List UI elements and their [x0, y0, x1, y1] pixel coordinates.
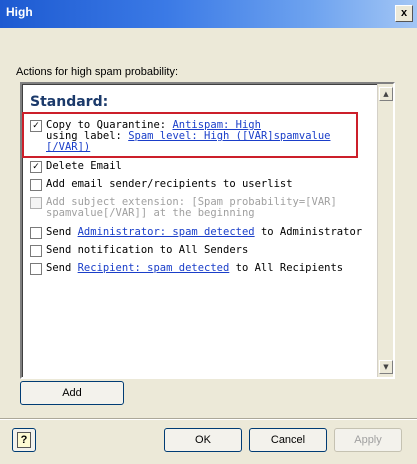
cancel-button[interactable]: Cancel	[249, 428, 327, 452]
checkbox-send-administrator[interactable]	[30, 227, 42, 239]
checkbox-send-recipients[interactable]	[30, 263, 42, 275]
section-label: Actions for high spam probability:	[16, 66, 179, 78]
close-button[interactable]: x	[395, 5, 413, 22]
apply-button[interactable]: Apply	[334, 428, 402, 452]
action-delete-email: ✓ Delete Email	[30, 161, 370, 173]
action-add-to-userlist: Add email sender/recipients to userlist	[30, 179, 370, 191]
send-admin-prefix: Send	[46, 226, 78, 238]
action-add-subject-extension: Add subject extension: [Spam probability…	[30, 197, 370, 220]
title-bar: High x	[0, 0, 417, 28]
subject-extension-line2: spamvalue[/VAR]] at the beginning	[46, 207, 255, 219]
help-button[interactable]: ?	[12, 428, 36, 452]
send-recip-prefix: Send	[46, 262, 78, 274]
checkbox-delete-email[interactable]: ✓	[30, 161, 42, 173]
action-add-subject-extension-text: Add subject extension: [Spam probability…	[46, 197, 376, 219]
highlight-annotation	[22, 112, 358, 158]
scroll-up-icon[interactable]: ▲	[379, 87, 393, 101]
scroll-down-icon[interactable]: ▼	[379, 360, 393, 374]
ok-button[interactable]: OK	[164, 428, 242, 452]
recipient-spam-detected-link[interactable]: Recipient: spam detected	[78, 262, 230, 274]
list-scrollbar[interactable]: ▲ ▼	[377, 84, 393, 377]
action-add-to-userlist-text: Add email sender/recipients to userlist	[46, 178, 293, 190]
admin-spam-detected-link[interactable]: Administrator: spam detected	[78, 226, 255, 238]
list-heading: Standard:	[30, 94, 109, 110]
help-icon: ?	[17, 432, 31, 448]
send-admin-suffix: to Administrator	[254, 226, 363, 238]
checkbox-add-subject-extension	[30, 197, 42, 209]
add-button[interactable]: Add	[20, 381, 124, 405]
action-notify-senders-text: Send notification to All Senders	[46, 244, 249, 256]
checkbox-add-to-userlist[interactable]	[30, 179, 42, 191]
dialog-separator	[0, 418, 417, 420]
send-recip-suffix: to All Recipients	[229, 262, 344, 274]
checkbox-notify-senders[interactable]	[30, 245, 42, 257]
action-send-administrator-text: Send Administrator: spam detected to Adm…	[46, 227, 376, 238]
action-send-administrator: Send Administrator: spam detected to Adm…	[30, 227, 370, 239]
action-delete-email-text: Delete Email	[46, 160, 122, 172]
window-title: High	[6, 5, 33, 19]
action-notify-senders: Send notification to All Senders	[30, 245, 370, 257]
action-send-recipients: Send Recipient: spam detected to All Rec…	[30, 263, 370, 275]
action-send-recipients-text: Send Recipient: spam detected to All Rec…	[46, 263, 376, 274]
